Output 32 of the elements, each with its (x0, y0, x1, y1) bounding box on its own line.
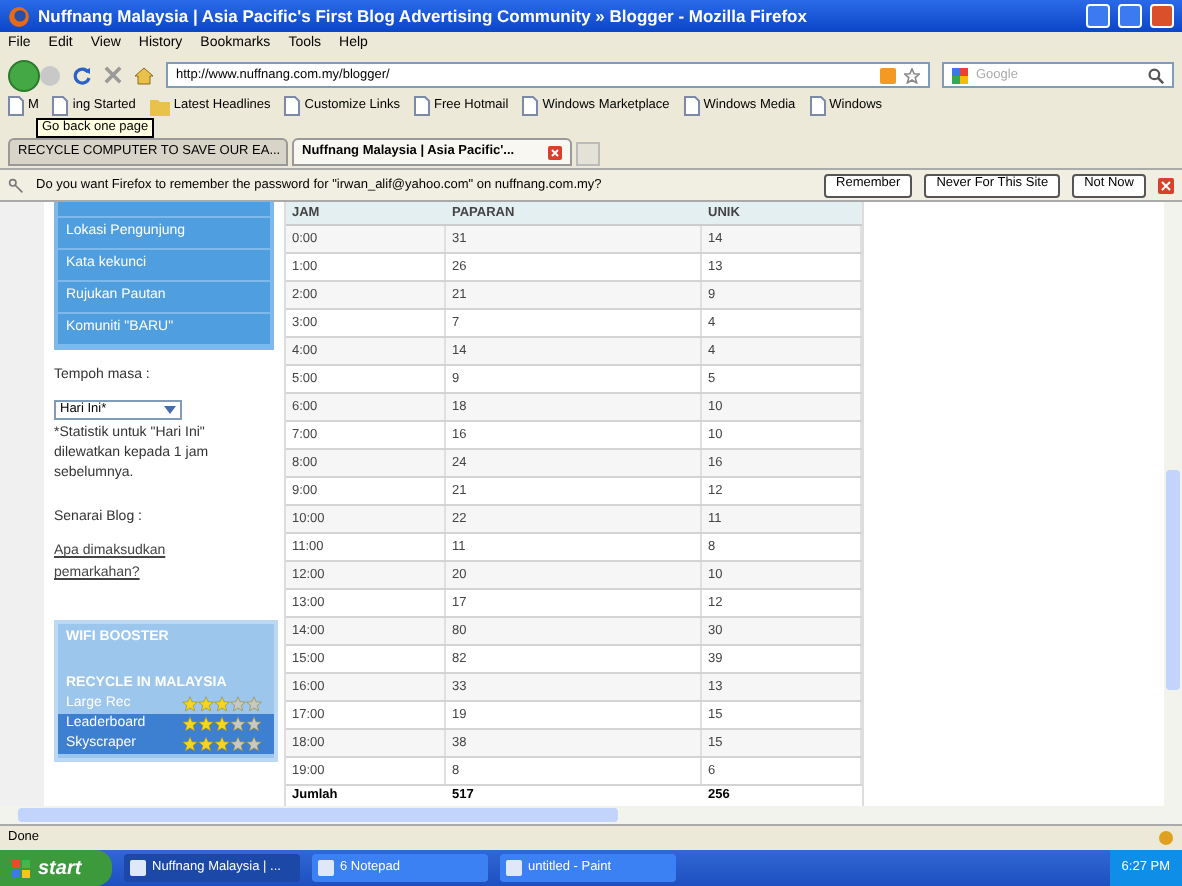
page-icon (52, 96, 69, 116)
app-icon (506, 860, 522, 876)
close-icon[interactable] (548, 145, 562, 159)
windows-logo-icon (12, 859, 30, 877)
close-icon[interactable] (1158, 177, 1174, 193)
app-icon (318, 860, 334, 876)
start-button[interactable]: start (0, 850, 112, 886)
dropdown-icon (164, 403, 176, 415)
window-title: Nuffnang Malaysia | Asia Pacific's First Blog Advertising Community » Blogger - Mozilla Firefox (38, 3, 809, 29)
feed-icon (880, 67, 896, 83)
home-icon[interactable] (134, 65, 154, 85)
page-icon (413, 96, 430, 116)
maximize-button[interactable] (1118, 4, 1142, 28)
browser-logo-icon (8, 5, 30, 27)
page-icon (522, 96, 539, 116)
key-icon (8, 177, 24, 193)
page-icon (683, 96, 700, 116)
search-icon[interactable] (1148, 67, 1164, 83)
folder-icon (149, 97, 170, 115)
page-icon (809, 96, 826, 116)
star-icon[interactable] (904, 67, 920, 83)
page-icon (284, 96, 301, 116)
stop-icon[interactable] (104, 66, 122, 84)
app-icon (130, 860, 146, 876)
reload-icon[interactable] (72, 65, 92, 85)
close-button[interactable] (1150, 4, 1174, 28)
search-engine-icon (952, 67, 968, 83)
vertical-scrollbar[interactable] (1164, 202, 1182, 806)
page-icon (8, 96, 24, 116)
horizontal-scrollbar[interactable] (0, 806, 1182, 824)
back-button[interactable] (8, 59, 40, 91)
minimize-button[interactable] (1086, 4, 1110, 28)
